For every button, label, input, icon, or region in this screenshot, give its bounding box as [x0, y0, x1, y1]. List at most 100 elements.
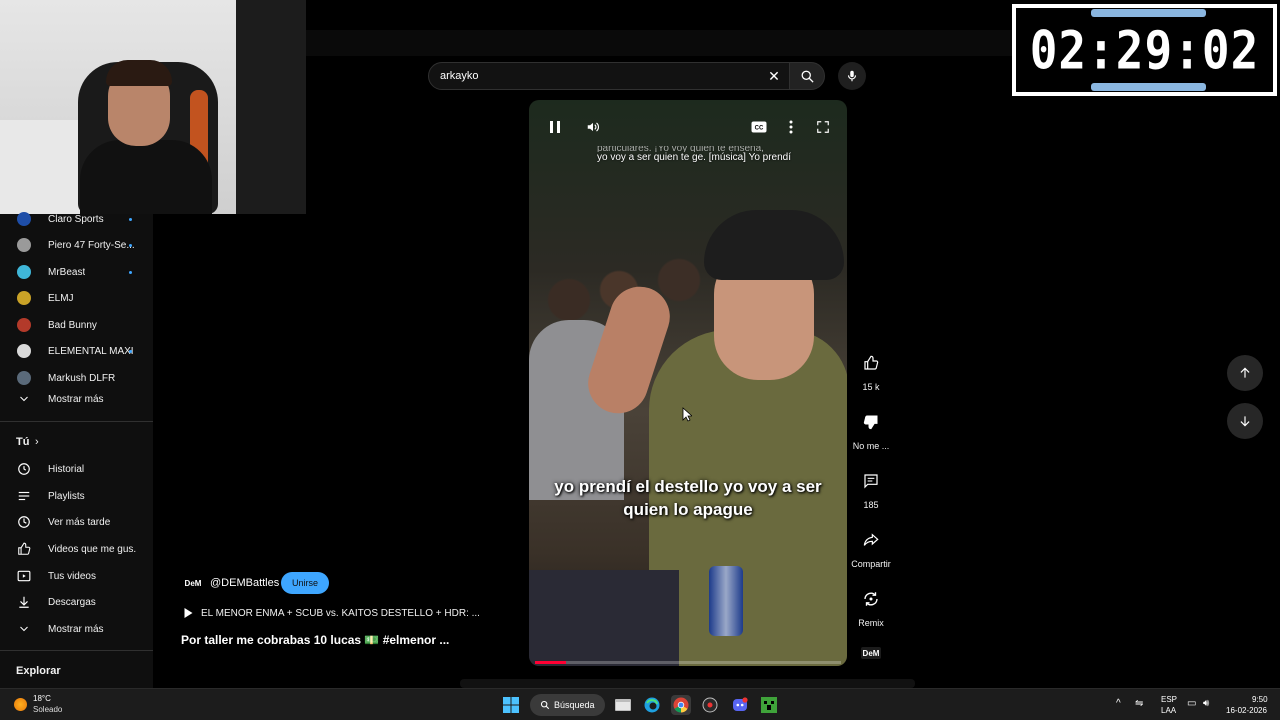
avatar [17, 238, 31, 252]
arrow-down-icon [1240, 416, 1250, 427]
remix-button[interactable]: Remix [848, 584, 894, 628]
weather-temperature[interactable]: 18°C [33, 694, 51, 703]
fullscreen-button[interactable] [813, 118, 833, 136]
sidebar-item-tus-videos[interactable]: Tus videos [0, 563, 153, 589]
sidebar-item-videos-que-me-gus[interactable]: Videos que me gus... [0, 536, 153, 562]
clear-search-icon[interactable]: ✕ [764, 68, 784, 84]
watch-later-icon [16, 514, 32, 530]
dislike-button[interactable]: No me ... [848, 407, 894, 451]
sidebar-subscription-item[interactable]: ELEMENTAL MAXI [0, 338, 153, 364]
sidebar-show-more-subscriptions[interactable]: Mostrar más [0, 386, 153, 412]
channel-avatar [16, 290, 32, 306]
bottom-strip [460, 679, 915, 688]
next-video-button[interactable] [1227, 403, 1263, 439]
sidebar-item-label: MrBeast [48, 266, 86, 278]
timer-bar-top [1091, 9, 1206, 17]
sidebar-item-ver-m-s-tarde[interactable]: Ver más tarde [0, 509, 153, 535]
chevron-right-icon: › [35, 436, 39, 448]
file-explorer-icon[interactable] [613, 695, 633, 715]
mouse-cursor-icon [682, 407, 692, 422]
clock-date[interactable]: 16-02-2026 [1226, 706, 1267, 715]
channel-avatar [16, 370, 32, 386]
edge-browser-icon[interactable] [642, 695, 662, 715]
voice-search-button[interactable] [838, 62, 866, 90]
captions-button[interactable]: CC [749, 118, 769, 136]
more-options-button[interactable] [781, 118, 801, 136]
language-bottom[interactable]: LAA [1161, 706, 1176, 715]
sidebar-item-label: Claro Sports [48, 213, 104, 225]
app-icon[interactable] [700, 695, 720, 715]
sidebar-item-descargas[interactable]: Descargas [0, 589, 153, 615]
pause-button[interactable] [545, 118, 565, 136]
search-icon [540, 700, 550, 710]
taskbar-search-label: Búsqueda [554, 700, 595, 710]
remix-icon [864, 592, 878, 606]
new-content-dot [129, 243, 132, 247]
svg-text:CC: CC [755, 126, 764, 132]
search-button[interactable] [789, 62, 825, 90]
play-icon [184, 608, 193, 618]
search-query: arkayko [440, 70, 479, 82]
new-content-dot [129, 270, 132, 274]
microphone-icon [847, 70, 857, 82]
new-content-dot [129, 349, 132, 353]
windows-start-icon[interactable] [501, 695, 521, 715]
discord-icon[interactable] [730, 695, 750, 715]
tray-chevron-up-icon[interactable]: ^ [1116, 698, 1121, 709]
channel-avatar [16, 237, 32, 253]
arrow-up-icon [1240, 367, 1250, 378]
sidebar-item-label: Bad Bunny [48, 319, 97, 331]
sidebar-subscription-item[interactable]: Bad Bunny [0, 312, 153, 338]
volume-button[interactable] [583, 118, 603, 136]
channel-logo-small[interactable]: DeM [861, 647, 881, 659]
sidebar-item-playlists[interactable]: Playlists [0, 483, 153, 509]
channel-handle[interactable]: @DEMBattles [210, 577, 279, 589]
share-label: Compartir [851, 559, 891, 569]
channel-logo[interactable]: DeM [183, 576, 203, 590]
search-input[interactable]: arkayko [428, 62, 790, 90]
comments-button[interactable]: 185 [848, 466, 894, 510]
volume-icon[interactable]: 🔊︎ [1203, 698, 1209, 709]
video-progress-bar[interactable] [535, 661, 841, 664]
timer-value: 02:29:02 [1029, 18, 1260, 82]
sidebar-subscription-item[interactable]: Claro Sports [0, 206, 153, 232]
chevron-down-icon [16, 621, 32, 637]
clock-time[interactable]: 9:50 [1252, 695, 1268, 704]
previous-video-button[interactable] [1227, 355, 1263, 391]
playlist-link[interactable]: EL MENOR ENMA + SCUB vs. KAITOS DESTELLO… [183, 607, 480, 619]
channel-avatar [16, 317, 32, 333]
thumbs-up-icon [864, 355, 879, 370]
sidebar-item-label: ELEMENTAL MAXI [48, 345, 134, 357]
join-button[interactable]: Unirse [281, 572, 329, 594]
more-vertical-icon [789, 120, 793, 134]
sidebar-subscription-item[interactable]: ELMJ [0, 285, 153, 311]
expand-icon [817, 121, 829, 133]
sidebar-subscription-item[interactable]: Piero 47 Forty-Se... [0, 232, 153, 258]
weather-sun-icon[interactable] [14, 698, 27, 711]
sidebar-item-label: Piero 47 Forty-Se... [48, 239, 135, 251]
language-top[interactable]: ESP [1161, 695, 1177, 704]
avatar [17, 371, 31, 385]
playlist-title: EL MENOR ENMA + SCUB vs. KAITOS DESTELLO… [201, 607, 480, 619]
sidebar-show-more-you[interactable]: Mostrar más [0, 616, 153, 642]
minecraft-icon[interactable] [759, 695, 779, 715]
chrome-browser-icon[interactable] [671, 695, 691, 715]
sidebar-item-historial[interactable]: Historial [0, 456, 153, 482]
monitor-icon[interactable]: ▭ [1187, 698, 1196, 709]
shorts-video-player[interactable]: particulares. ¡Yo voy quien te enseña, y… [529, 100, 847, 666]
taskbar-search[interactable]: Búsqueda [530, 694, 605, 716]
share-button[interactable]: Compartir [848, 525, 894, 569]
video-caption-top: particulares. ¡Yo voy quien te enseña, y… [597, 146, 797, 164]
like-button[interactable]: 15 k [848, 348, 894, 392]
sidebar: Claro Sports Piero 47 Forty-Se... MrBeast E… [0, 212, 153, 688]
network-activity-icon[interactable]: ⇋ [1135, 698, 1143, 709]
video-title[interactable]: Por taller me cobrabas 10 lucas 💵 #elmen… [181, 633, 449, 647]
sidebar-item-label: Tus videos [48, 570, 96, 582]
video-table [529, 570, 679, 666]
windows-taskbar: 18°C Soleado Búsqueda ^ ⇋ ESP LAA ▭ 🔊︎ 9… [0, 688, 1280, 720]
weather-condition[interactable]: Soleado [33, 705, 62, 714]
sidebar-item-label: Mostrar más [48, 393, 104, 405]
sidebar-you-header[interactable]: Tú › [0, 429, 153, 455]
avatar [17, 291, 31, 305]
sidebar-subscription-item[interactable]: MrBeast [0, 259, 153, 285]
